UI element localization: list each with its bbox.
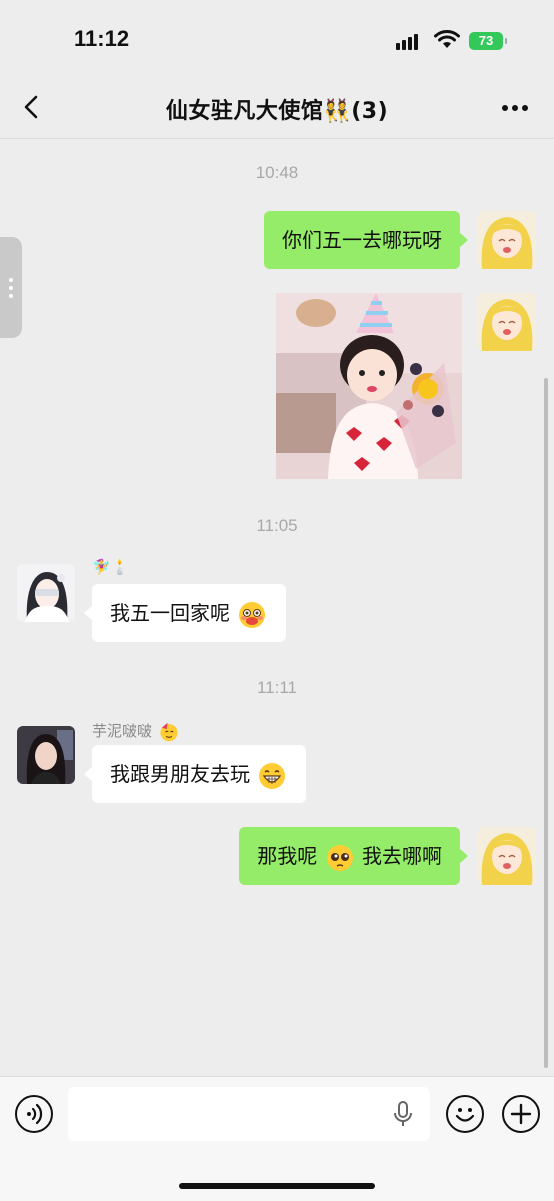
avatar-blonde-girl-icon	[478, 211, 536, 269]
message-text: 我跟男朋友去玩	[110, 762, 250, 786]
message-text-field[interactable]	[68, 1087, 430, 1141]
sender-name: 芋泥啵啵	[92, 720, 181, 742]
party-face-emoji-icon	[160, 722, 178, 741]
floating-side-handle[interactable]	[0, 237, 22, 338]
wifi-icon	[434, 30, 460, 48]
chat-scrollbar[interactable]	[544, 378, 548, 1068]
hot-face-emoji-icon	[239, 601, 266, 628]
message-text: 我去哪啊	[362, 844, 442, 868]
contact-avatar[interactable]	[17, 726, 75, 784]
message-text: 那我呢	[257, 844, 318, 868]
outgoing-message-bubble[interactable]: 你们五一去哪玩呀	[264, 211, 468, 269]
pleading-face-emoji-icon	[326, 844, 353, 871]
my-avatar[interactable]	[478, 211, 536, 269]
status-bar: 11:12 73	[0, 0, 554, 80]
incoming-message-bubble[interactable]: 我跟男朋友去玩	[83, 745, 307, 803]
time-divider: 11:11	[256, 678, 298, 697]
sticker-girl-birthday-photo[interactable]	[276, 293, 462, 479]
emoji-icon	[455, 1108, 475, 1122]
more-dots-icon[interactable]	[500, 98, 530, 118]
incoming-message-bubble[interactable]: 我五一回家呢	[83, 584, 287, 642]
status-time: 11:12	[74, 26, 130, 51]
battery-level: 73	[478, 33, 494, 48]
outgoing-message-bubble[interactable]: 那我呢 我去哪啊	[239, 827, 468, 885]
mic-icon[interactable]	[394, 1101, 412, 1127]
avatar-blonde-girl-icon	[478, 827, 536, 885]
cellular-signal-icon	[396, 34, 420, 50]
my-avatar[interactable]	[478, 293, 536, 351]
chat-header: 仙女驻凡大使馆👯(3)	[0, 80, 554, 139]
message-text: 你们五一去哪玩呀	[282, 228, 442, 252]
message-input-bar	[0, 1076, 554, 1201]
sender-name: 🧚‍♀️🕯️	[92, 558, 130, 576]
time-divider: 10:48	[255, 163, 299, 182]
chat-title: 仙女驻凡大使馆👯(3)	[165, 99, 389, 124]
voice-icon	[27, 1103, 43, 1125]
home-indicator	[179, 1183, 375, 1189]
avatar-blonde-girl-icon	[478, 293, 536, 351]
plus-icon	[510, 1103, 532, 1125]
avatar-anime-girl-icon	[17, 564, 75, 622]
emoji-button[interactable]	[446, 1095, 484, 1133]
message-text: 我五一回家呢	[110, 601, 230, 625]
grinning-emoji-icon	[259, 762, 286, 789]
time-divider: 11:05	[256, 516, 298, 535]
my-avatar[interactable]	[478, 827, 536, 885]
plus-button[interactable]	[502, 1095, 540, 1133]
voice-button[interactable]	[15, 1095, 53, 1133]
contact-avatar[interactable]	[17, 564, 75, 622]
avatar-girl-photo-icon	[17, 726, 75, 784]
battery-indicator: 73	[469, 32, 507, 50]
